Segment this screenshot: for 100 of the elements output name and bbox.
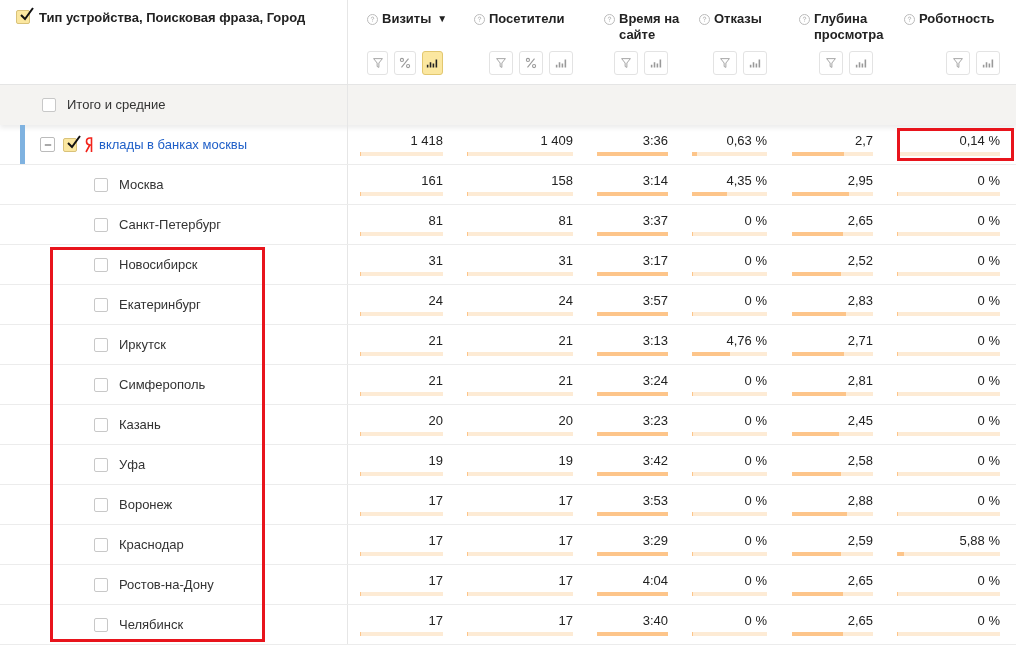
metric-value: 19: [428, 453, 443, 469]
totals-label: Итого и средние: [67, 96, 166, 115]
checkbox[interactable]: [94, 377, 108, 392]
checkbox[interactable]: [94, 497, 108, 512]
checkbox[interactable]: [94, 417, 108, 432]
column-header[interactable]: Отказы: [714, 11, 762, 27]
metric-value: 3:37: [642, 213, 668, 229]
city-label: Ростов-на-Дону: [119, 575, 214, 594]
metric-value: 0 %: [744, 253, 767, 269]
metric-value: 0 %: [977, 453, 1000, 469]
selection-stripe: [20, 125, 25, 164]
checkbox[interactable]: [94, 177, 108, 192]
metric-value: 4,76 %: [726, 333, 767, 349]
metric-value: 81: [428, 213, 443, 229]
metric-value: 20: [558, 413, 573, 429]
sort-indicator: ▼: [437, 12, 448, 26]
metric-value: 1 418: [410, 133, 443, 149]
filter-button[interactable]: [819, 51, 843, 75]
metric-value: 0,63 %: [726, 133, 767, 149]
column-header[interactable]: Визиты: [382, 11, 432, 27]
metric-value: 3:29: [642, 533, 668, 549]
city-label: Москва: [119, 175, 164, 194]
metric-value: 3:42: [642, 453, 668, 469]
metric-value: 2,45: [847, 413, 873, 429]
metric-value: 17: [428, 533, 443, 549]
filter-button[interactable]: [946, 51, 970, 75]
city-label: Воронеж: [119, 495, 173, 514]
percent-button[interactable]: [394, 51, 416, 75]
column-header[interactable]: Роботность: [919, 11, 995, 27]
metric-value: 0 %: [977, 373, 1000, 389]
column-header[interactable]: Глубина просмотра: [814, 11, 892, 43]
filter-icon: [619, 56, 633, 70]
metric-value: 3:23: [642, 413, 668, 429]
checkbox[interactable]: [94, 617, 108, 632]
filter-icon: [718, 56, 732, 70]
metric-value: 81: [558, 213, 573, 229]
filter-button[interactable]: [713, 51, 737, 75]
city-label: Новосибирск: [119, 255, 198, 274]
metric-value: 24: [428, 293, 443, 309]
metric-value: 3:53: [642, 493, 668, 509]
checkbox[interactable]: [94, 337, 108, 352]
metric-value: 2,71: [847, 333, 873, 349]
metric-value: 0 %: [744, 413, 767, 429]
metric-value: 0 %: [744, 453, 767, 469]
checkbox[interactable]: [94, 217, 108, 232]
filter-icon: [951, 56, 965, 70]
metric-value: 3:24: [642, 373, 668, 389]
checkbox[interactable]: [94, 297, 108, 312]
search-engine-icon: [85, 136, 94, 153]
metric-value: 5,88 %: [959, 533, 1000, 549]
metric-value: 17: [558, 533, 573, 549]
metric-value: 31: [558, 253, 573, 269]
metric-value: 2,88: [847, 493, 873, 509]
metric-value: 21: [558, 373, 573, 389]
metric-value: 1 409: [540, 133, 573, 149]
metric-value: 2,83: [847, 293, 873, 309]
metric-value: 0 %: [744, 573, 767, 589]
metric-value: 2,58: [847, 453, 873, 469]
city-label: Санкт-Петербург: [119, 215, 221, 234]
metric-value: 0 %: [744, 533, 767, 549]
bar-chart-button[interactable]: [421, 51, 443, 75]
metric-value: 0 %: [977, 253, 1000, 269]
metric-value: 21: [428, 333, 443, 349]
metric-value: 0 %: [744, 613, 767, 629]
filter-button[interactable]: [367, 51, 389, 75]
metric-value: 2,7: [854, 133, 873, 149]
metric-value: 0 %: [744, 213, 767, 229]
percent-button[interactable]: [519, 51, 543, 75]
checkbox[interactable]: [94, 537, 108, 552]
filter-button[interactable]: [489, 51, 513, 75]
filter-button[interactable]: [614, 51, 638, 75]
metric-value: 2,65: [847, 213, 873, 229]
metric-value: 17: [558, 613, 573, 629]
metric-value: 0 %: [977, 173, 1000, 189]
metric-value: 0 %: [977, 573, 1000, 589]
metric-value: 0 %: [744, 373, 767, 389]
checkbox[interactable]: [94, 577, 108, 592]
phrase-link[interactable]: вклады в банках москвы: [99, 134, 248, 155]
metric-value: 24: [558, 293, 573, 309]
checkbox[interactable]: [94, 457, 108, 472]
checkbox[interactable]: [42, 98, 56, 112]
metric-value: 17: [558, 493, 573, 509]
metric-value: 3:40: [642, 613, 668, 629]
metric-value: 17: [428, 613, 443, 629]
metric-value: 17: [558, 573, 573, 589]
metric-value: 21: [428, 373, 443, 389]
metric-value: 3:14: [642, 173, 668, 189]
metric-value: 2,65: [847, 573, 873, 589]
filter-icon: [494, 56, 508, 70]
city-label: Иркутск: [119, 335, 166, 354]
checkbox[interactable]: [94, 257, 108, 272]
metric-value: 21: [558, 333, 573, 349]
filter-icon: [370, 56, 385, 70]
metric-value: 0 %: [977, 213, 1000, 229]
collapse-button[interactable]: [40, 137, 55, 152]
metric-value: 17: [428, 493, 443, 509]
column-header[interactable]: Посетители: [489, 11, 565, 27]
column-header[interactable]: Время на сайте: [619, 11, 697, 43]
city-label: Уфа: [119, 455, 146, 474]
column-title: Тип устройства, Поисковая фраза, Город: [39, 10, 306, 26]
